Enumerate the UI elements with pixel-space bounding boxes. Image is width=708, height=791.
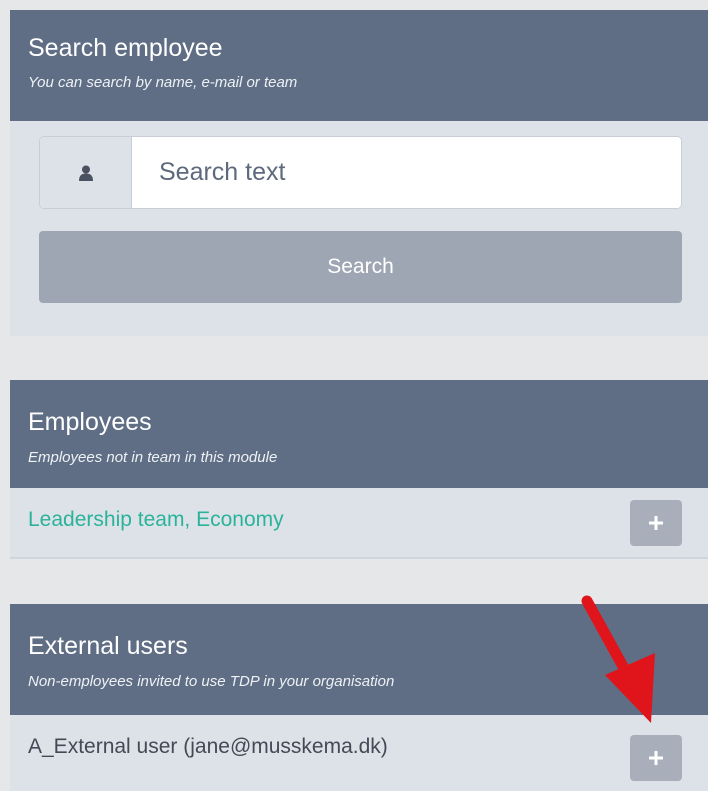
- search-button[interactable]: Search: [39, 231, 682, 303]
- search-panel-header: Search employee You can search by name, …: [10, 10, 708, 121]
- user-icon: [40, 137, 132, 208]
- team-link[interactable]: Leadership team, Economy: [28, 508, 284, 532]
- employees-panel-body: Leadership team, Economy: [10, 488, 708, 559]
- search-input[interactable]: [132, 137, 681, 208]
- search-panel-subtitle: You can search by name, e-mail or team: [28, 74, 298, 91]
- plus-icon: [649, 516, 663, 530]
- search-panel-body: Search: [10, 121, 708, 336]
- search-input-group: [39, 136, 682, 209]
- employees-panel-title: Employees: [28, 408, 152, 436]
- add-external-user-button[interactable]: [630, 735, 682, 781]
- external-user-label: A_External user (jane@musskema.dk): [28, 735, 388, 758]
- red-arrow-annotation: [581, 595, 655, 723]
- add-team-button[interactable]: [630, 500, 682, 546]
- list-item: Leadership team, Economy: [10, 488, 708, 557]
- employees-panel: Employees Employees not in team in this …: [10, 380, 708, 559]
- plus-icon: [649, 751, 663, 765]
- employees-panel-subtitle: Employees not in team in this module: [28, 449, 278, 466]
- employees-panel-header: Employees Employees not in team in this …: [10, 380, 708, 488]
- search-employee-panel: Search employee You can search by name, …: [10, 10, 708, 336]
- search-panel-title: Search employee: [28, 34, 223, 62]
